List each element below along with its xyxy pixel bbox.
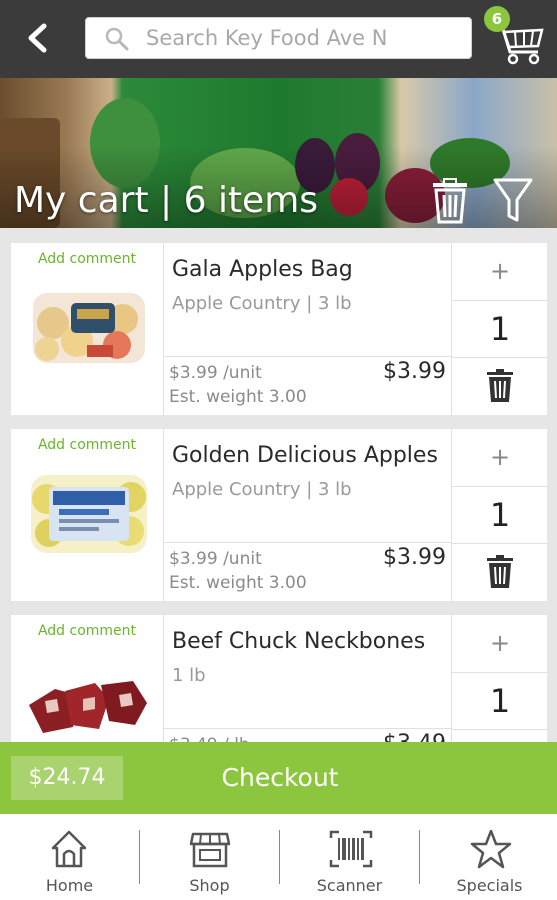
divider (164, 356, 451, 357)
back-button[interactable] (18, 18, 58, 58)
trash-icon (487, 555, 513, 588)
barcode-scanner-icon (329, 830, 373, 868)
trash-icon (487, 369, 513, 402)
nav-specials[interactable]: Specials (420, 814, 557, 900)
increase-quantity-button[interactable]: + (452, 429, 548, 487)
top-bar: 6 (0, 0, 557, 78)
unit-price: $3.99 /unit (169, 549, 262, 569)
gala-apples-bag-image (33, 293, 145, 363)
golden-delicious-apples-image (31, 475, 147, 553)
trash-icon (433, 178, 467, 224)
nav-scanner-label: Scanner (316, 876, 383, 895)
add-comment-link[interactable]: Add comment (11, 437, 163, 453)
remove-item-button[interactable] (486, 369, 514, 403)
estimated-weight: Est. weight 3.00 (169, 387, 307, 407)
add-comment-link[interactable]: Add comment (11, 623, 163, 639)
item-name[interactable]: Gala Apples Bag (172, 257, 353, 282)
nav-scanner[interactable]: Scanner (280, 814, 419, 900)
item-image-column: Add comment (11, 243, 164, 415)
cart-item: Add comment Golden Delicious Apples Appl… (11, 429, 548, 601)
clear-cart-button[interactable] (430, 178, 470, 228)
estimated-weight: Est. weight 3.00 (169, 573, 307, 593)
item-brand-size: 1 lb (172, 665, 206, 686)
quantity-value: 1 (452, 673, 548, 730)
nav-specials-label: Specials (456, 876, 523, 895)
filter-button[interactable] (492, 176, 534, 228)
cart-count-badge: 6 (484, 6, 510, 32)
search-field[interactable] (85, 17, 472, 59)
add-comment-link[interactable]: Add comment (11, 251, 163, 267)
quantity-controls: + 1 (451, 429, 548, 601)
quantity-value: 1 (452, 487, 548, 544)
item-brand-size: Apple Country | 3 lb (172, 293, 352, 314)
nav-home-label: Home (45, 876, 94, 895)
star-icon (470, 829, 512, 869)
search-icon (105, 27, 129, 51)
item-name[interactable]: Golden Delicious Apples (172, 443, 438, 468)
chevron-left-icon (28, 23, 47, 53)
divider (164, 728, 451, 729)
filter-icon (493, 178, 533, 222)
nav-home[interactable]: Home (0, 814, 139, 900)
cart-item: Add comment Gala Apples Bag Apple Countr… (11, 243, 548, 415)
search-input[interactable] (146, 22, 466, 54)
unit-price: $3.99 /unit (169, 363, 262, 383)
item-price: $3.99 (383, 359, 446, 384)
increase-quantity-button[interactable]: + (452, 243, 548, 301)
cart-title: My cart | 6 items (14, 180, 319, 221)
quantity-controls: + 1 (451, 243, 548, 415)
beef-chuck-neckbones-image (29, 681, 147, 733)
nav-shop[interactable]: Shop (140, 814, 279, 900)
remove-item-button[interactable] (486, 555, 514, 589)
item-name[interactable]: Beef Chuck Neckbones (172, 629, 425, 654)
quantity-value: 1 (452, 301, 548, 358)
cart-total: $24.74 (11, 756, 123, 800)
checkout-button[interactable]: $24.74 Checkout (0, 742, 557, 814)
item-image-column: Add comment (11, 429, 164, 601)
increase-quantity-button[interactable]: + (452, 615, 548, 673)
storefront-icon (189, 832, 231, 868)
item-price: $3.99 (383, 545, 446, 570)
checkout-label: Checkout (221, 763, 339, 792)
item-brand-size: Apple Country | 3 lb (172, 479, 352, 500)
home-icon (51, 830, 87, 868)
bottom-navigation: Home Shop Scanner Specials (0, 814, 557, 900)
divider (164, 542, 451, 543)
nav-shop-label: Shop (189, 876, 230, 895)
